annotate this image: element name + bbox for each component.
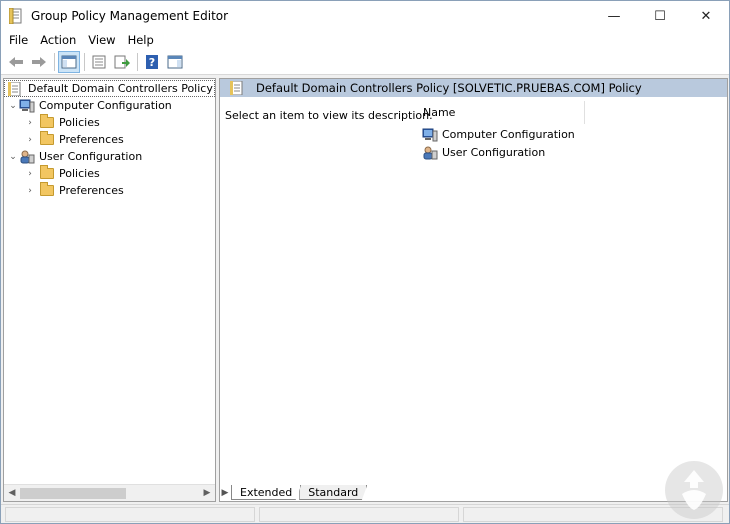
users-icon: [19, 150, 35, 164]
tree-node-label: User Configuration: [39, 150, 143, 163]
toolbar: ?: [1, 49, 729, 75]
forward-icon: [32, 56, 46, 67]
menu-file[interactable]: File: [1, 33, 34, 47]
folder-icon: [40, 165, 54, 179]
policy-document-icon: [8, 81, 22, 96]
tree-node-label: Computer Configuration: [39, 99, 172, 112]
folder-icon: [40, 114, 54, 128]
tree-node-label: Policies: [59, 167, 100, 180]
help-icon: ?: [146, 54, 158, 69]
scroll-thumb[interactable]: [20, 487, 126, 499]
window-controls: — ☐ ✕: [591, 1, 729, 31]
tree-node-computer-policies[interactable]: › Policies: [24, 114, 100, 131]
back-icon: [9, 56, 23, 67]
tree-node-label: Policies: [59, 116, 100, 129]
console-tree[interactable]: Default Domain Controllers Policy [SOLVE…: [3, 78, 216, 502]
app-window: Group Policy Management Editor — ☐ ✕ Fil…: [0, 0, 730, 524]
chevron-down-icon[interactable]: ⌄: [7, 152, 19, 162]
title-bar[interactable]: Group Policy Management Editor — ☐ ✕: [1, 1, 729, 31]
tree-root-label: Default Domain Controllers Policy [SOLVE…: [28, 82, 215, 95]
properties-button[interactable]: [88, 51, 110, 73]
tree-node-label: Preferences: [59, 133, 124, 146]
watermark-logo: [665, 461, 723, 519]
computer-icon: [19, 99, 35, 113]
column-header-name[interactable]: Name: [420, 101, 585, 124]
tree-node-user-policies[interactable]: › Policies: [24, 165, 100, 182]
tree-node-label: Preferences: [59, 184, 124, 197]
chevron-down-icon[interactable]: ⌄: [7, 101, 19, 111]
forward-button[interactable]: [28, 51, 50, 73]
computer-icon: [422, 128, 438, 142]
chevron-right-icon[interactable]: ›: [24, 169, 36, 179]
menu-bar: File Action View Help: [1, 31, 729, 49]
help-button[interactable]: ?: [141, 51, 163, 73]
toolbar-separator: [54, 52, 55, 71]
details-pane: Default Domain Controllers Policy [SOLVE…: [219, 78, 728, 502]
horizontal-scrollbar[interactable]: ◀ ▶: [4, 484, 215, 501]
menu-view[interactable]: View: [82, 33, 121, 47]
back-button[interactable]: [5, 51, 27, 73]
minimize-button[interactable]: —: [591, 1, 637, 31]
tree-node-user-configuration[interactable]: ⌄ User Configuration: [7, 148, 142, 165]
tree-node-computer-preferences[interactable]: › Preferences: [24, 131, 124, 148]
details-header: Default Domain Controllers Policy [SOLVE…: [220, 79, 727, 97]
policy-document-icon: [8, 7, 23, 25]
toolbar-separator: [137, 52, 138, 71]
menu-action[interactable]: Action: [34, 33, 82, 47]
tree-root[interactable]: Default Domain Controllers Policy [SOLVE…: [4, 80, 215, 97]
tab-scroll-arrow-icon[interactable]: ▶: [219, 488, 231, 498]
status-segment: [259, 507, 459, 522]
window-title: Group Policy Management Editor: [31, 9, 229, 23]
policy-document-icon: [230, 80, 246, 96]
show-hide-action-pane-icon: [167, 55, 183, 68]
toolbar-separator: [84, 52, 85, 71]
description-text: Select an item to view its description.: [225, 109, 433, 122]
scroll-track[interactable]: [20, 487, 199, 500]
menu-help[interactable]: Help: [122, 33, 160, 47]
close-button[interactable]: ✕: [683, 1, 729, 31]
export-list-button[interactable]: [111, 51, 133, 73]
show-hide-console-tree-icon: [61, 55, 77, 68]
view-tabs: ▶ Extended Standard: [219, 485, 368, 502]
show-hide-console-tree-button[interactable]: [58, 50, 80, 73]
export-list-icon: [114, 55, 130, 68]
details-header-title: Default Domain Controllers Policy [SOLVE…: [256, 81, 642, 95]
tab-standard[interactable]: Standard: [299, 485, 368, 500]
folder-icon: [40, 131, 54, 145]
properties-icon: [92, 55, 106, 68]
tab-extended[interactable]: Extended: [231, 485, 302, 500]
svg-text:?: ?: [149, 56, 155, 69]
status-segment: [5, 507, 255, 522]
status-bar: [1, 504, 729, 523]
chevron-right-icon[interactable]: ›: [24, 135, 36, 145]
chevron-right-icon[interactable]: ›: [24, 118, 36, 128]
list-item-label: User Configuration: [442, 146, 546, 159]
list-item-label: Computer Configuration: [442, 128, 575, 141]
scroll-right-arrow-icon[interactable]: ▶: [199, 488, 215, 498]
show-hide-action-pane-button[interactable]: [164, 51, 186, 73]
chevron-right-icon[interactable]: ›: [24, 186, 36, 196]
maximize-button[interactable]: ☐: [637, 1, 683, 31]
list-item[interactable]: User Configuration: [422, 144, 545, 161]
scroll-left-arrow-icon[interactable]: ◀: [4, 488, 20, 498]
folder-icon: [40, 182, 54, 196]
tree-node-user-preferences[interactable]: › Preferences: [24, 182, 124, 199]
users-icon: [422, 146, 438, 160]
list-item[interactable]: Computer Configuration: [422, 126, 575, 143]
tree-node-computer-configuration[interactable]: ⌄ Computer Configuration: [7, 97, 172, 114]
